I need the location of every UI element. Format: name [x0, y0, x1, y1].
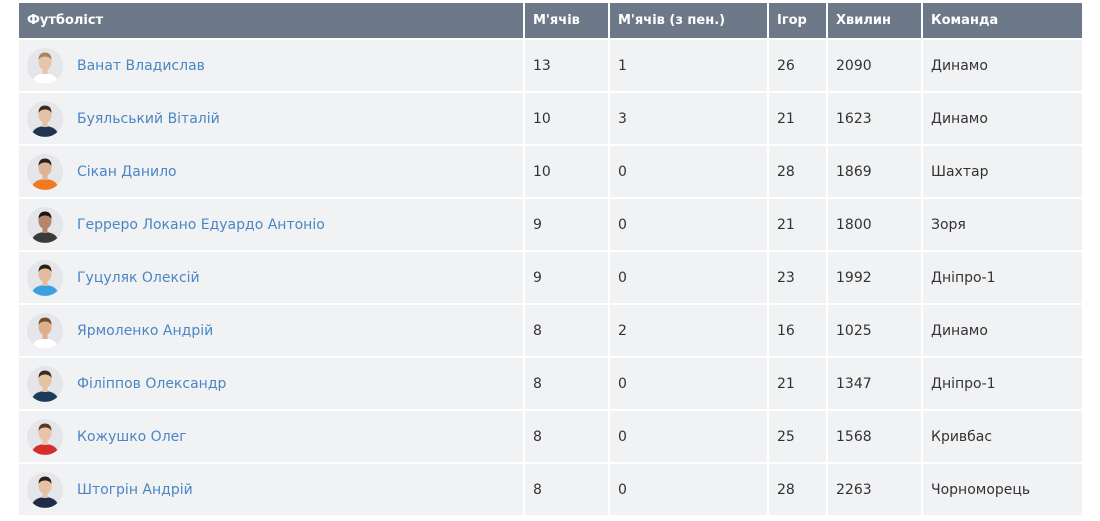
cell-player: Філіппов Олександр	[19, 356, 525, 409]
cell-goals: 8	[525, 303, 610, 356]
player-cell: Ярмоленко Андрій	[27, 312, 515, 349]
cell-player: Герреро Локано Едуардо Антоніо	[19, 197, 525, 250]
cell-games: 28	[769, 462, 828, 515]
header-goals[interactable]: М'ячів	[525, 3, 610, 38]
header-player[interactable]: Футболіст	[19, 3, 525, 38]
player-name-link[interactable]: Філіппов Олександр	[77, 376, 226, 392]
cell-goals: 9	[525, 197, 610, 250]
cell-team: Динамо	[923, 303, 1082, 356]
header-minutes[interactable]: Хвилин	[828, 3, 923, 38]
player-cell: Штогрін Андрій	[27, 471, 515, 508]
player-avatar-icon[interactable]	[27, 312, 63, 349]
player-avatar-icon[interactable]	[27, 206, 63, 243]
cell-team: Динамо	[923, 38, 1082, 91]
player-avatar-icon[interactable]	[27, 365, 63, 402]
cell-minutes: 2263	[828, 462, 923, 515]
cell-goals: 9	[525, 250, 610, 303]
cell-minutes: 1025	[828, 303, 923, 356]
header-team[interactable]: Команда	[923, 3, 1082, 38]
cell-penalty-goals: 0	[610, 409, 769, 462]
cell-penalty-goals: 0	[610, 462, 769, 515]
header-penalty-goals[interactable]: М'ячів (з пен.)	[610, 3, 769, 38]
cell-games: 23	[769, 250, 828, 303]
player-cell: Герреро Локано Едуардо Антоніо	[27, 206, 515, 243]
table-row: Кожушко Олег 8 0 25 1568 Кривбас	[19, 409, 1082, 462]
cell-minutes: 1800	[828, 197, 923, 250]
cell-penalty-goals: 0	[610, 197, 769, 250]
table-body: Ванат Владислав 13 1 26 2090 Динамо Буяльський…	[19, 38, 1082, 515]
table-row: Ванат Владислав 13 1 26 2090 Динамо	[19, 38, 1082, 91]
player-avatar-icon[interactable]	[27, 153, 63, 190]
cell-minutes: 2090	[828, 38, 923, 91]
player-cell: Буяльський Віталій	[27, 100, 515, 137]
player-cell: Ванат Владислав	[27, 47, 515, 84]
cell-player: Ванат Владислав	[19, 38, 525, 91]
cell-goals: 10	[525, 144, 610, 197]
cell-team: Динамо	[923, 91, 1082, 144]
table-row: Ярмоленко Андрій 8 2 16 1025 Динамо	[19, 303, 1082, 356]
table-row: Штогрін Андрій 8 0 28 2263 Чорноморець	[19, 462, 1082, 515]
cell-penalty-goals: 0	[610, 356, 769, 409]
player-name-link[interactable]: Кожушко Олег	[77, 429, 187, 445]
table-row: Герреро Локано Едуардо Антоніо 9 0 21 1800 Зо…	[19, 197, 1082, 250]
cell-player: Кожушко Олег	[19, 409, 525, 462]
player-cell: Кожушко Олег	[27, 418, 515, 455]
player-name-link[interactable]: Герреро Локано Едуардо Антоніо	[77, 217, 325, 233]
cell-minutes: 1347	[828, 356, 923, 409]
cell-player: Штогрін Андрій	[19, 462, 525, 515]
top-scorers-table: Футболіст М'ячів М'ячів (з пен.) Ігор Хв…	[19, 3, 1082, 515]
cell-team: Дніпро-1	[923, 250, 1082, 303]
cell-games: 21	[769, 197, 828, 250]
player-avatar-icon[interactable]	[27, 47, 63, 84]
table-row: Філіппов Олександр 8 0 21 1347 Дніпро-1	[19, 356, 1082, 409]
cell-team: Зоря	[923, 197, 1082, 250]
cell-penalty-goals: 0	[610, 250, 769, 303]
cell-games: 16	[769, 303, 828, 356]
cell-goals: 8	[525, 409, 610, 462]
cell-games: 26	[769, 38, 828, 91]
cell-games: 21	[769, 91, 828, 144]
player-name-link[interactable]: Ярмоленко Андрій	[77, 323, 213, 339]
cell-penalty-goals: 3	[610, 91, 769, 144]
player-name-link[interactable]: Сікан Данило	[77, 164, 177, 180]
table-row: Сікан Данило 10 0 28 1869 Шахтар	[19, 144, 1082, 197]
cell-games: 25	[769, 409, 828, 462]
cell-team: Кривбас	[923, 409, 1082, 462]
player-name-link[interactable]: Штогрін Андрій	[77, 482, 193, 498]
cell-player: Буяльський Віталій	[19, 91, 525, 144]
cell-penalty-goals: 2	[610, 303, 769, 356]
table-header-row: Футболіст М'ячів М'ячів (з пен.) Ігор Хв…	[19, 3, 1082, 38]
player-name-link[interactable]: Гуцуляк Олексій	[77, 270, 200, 286]
header-games[interactable]: Ігор	[769, 3, 828, 38]
cell-games: 21	[769, 356, 828, 409]
cell-games: 28	[769, 144, 828, 197]
table-row: Гуцуляк Олексій 9 0 23 1992 Дніпро-1	[19, 250, 1082, 303]
player-cell: Гуцуляк Олексій	[27, 259, 515, 296]
cell-goals: 10	[525, 91, 610, 144]
cell-minutes: 1869	[828, 144, 923, 197]
player-cell: Філіппов Олександр	[27, 365, 515, 402]
player-name-link[interactable]: Буяльський Віталій	[77, 111, 220, 127]
player-avatar-icon[interactable]	[27, 100, 63, 137]
player-avatar-icon[interactable]	[27, 471, 63, 508]
cell-minutes: 1992	[828, 250, 923, 303]
cell-goals: 13	[525, 38, 610, 91]
cell-team: Шахтар	[923, 144, 1082, 197]
cell-team: Чорноморець	[923, 462, 1082, 515]
cell-penalty-goals: 1	[610, 38, 769, 91]
cell-minutes: 1568	[828, 409, 923, 462]
cell-player: Гуцуляк Олексій	[19, 250, 525, 303]
cell-team: Дніпро-1	[923, 356, 1082, 409]
cell-player: Ярмоленко Андрій	[19, 303, 525, 356]
table-row: Буяльський Віталій 10 3 21 1623 Динамо	[19, 91, 1082, 144]
cell-goals: 8	[525, 462, 610, 515]
player-cell: Сікан Данило	[27, 153, 515, 190]
cell-minutes: 1623	[828, 91, 923, 144]
cell-player: Сікан Данило	[19, 144, 525, 197]
player-avatar-icon[interactable]	[27, 418, 63, 455]
player-name-link[interactable]: Ванат Владислав	[77, 58, 205, 74]
cell-goals: 8	[525, 356, 610, 409]
cell-penalty-goals: 0	[610, 144, 769, 197]
player-avatar-icon[interactable]	[27, 259, 63, 296]
